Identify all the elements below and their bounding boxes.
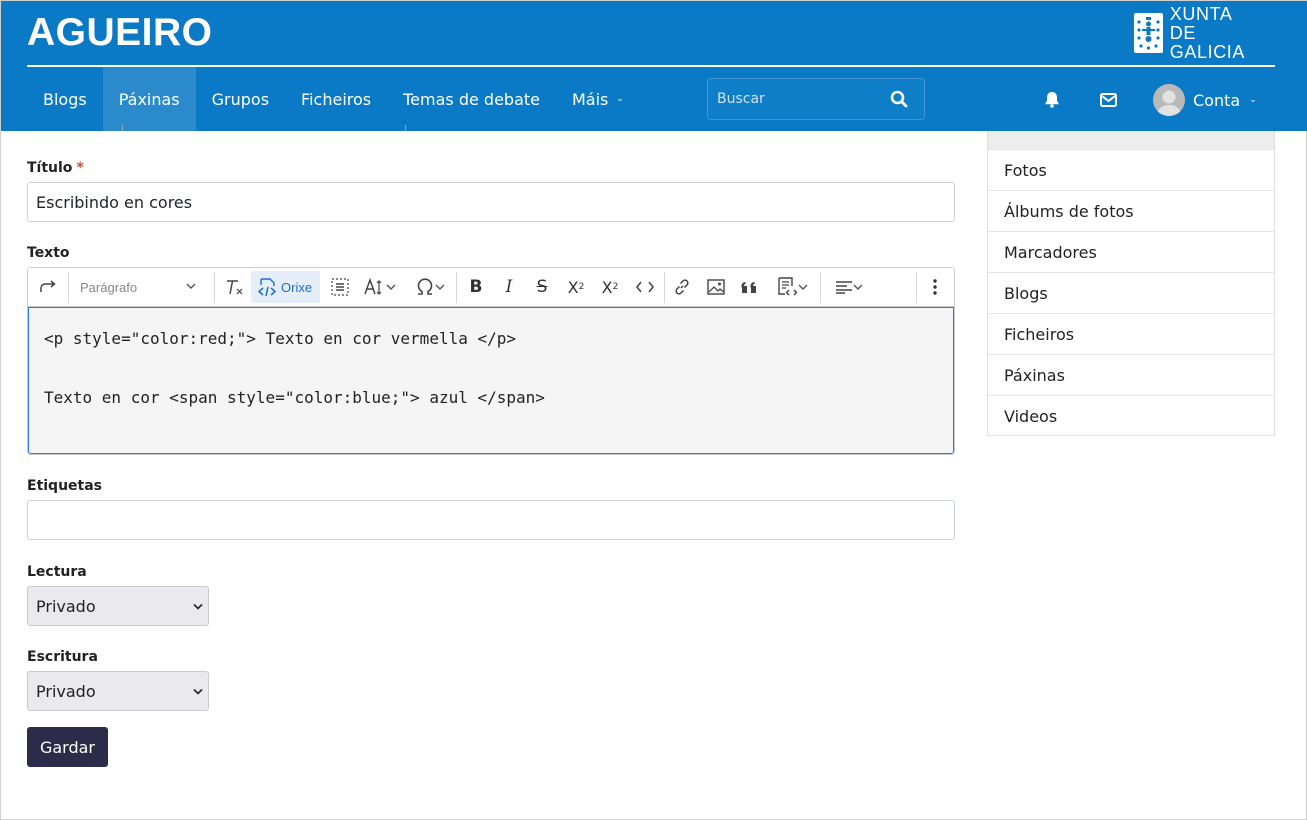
special-characters-dropdown[interactable] (410, 273, 450, 301)
read-access-value: Privado (36, 596, 96, 616)
font-size-dropdown[interactable] (360, 273, 400, 301)
toolbar-separator (68, 272, 69, 303)
chevron-down-icon (798, 284, 808, 290)
sidebar-menu: Fotos Álbums de fotos Marcadores Blogs F… (987, 131, 1275, 436)
select-all-icon[interactable] (327, 273, 353, 301)
search-input[interactable] (708, 91, 878, 107)
blockquote-icon[interactable] (738, 273, 762, 301)
chevron-down-icon (186, 283, 196, 289)
bell-icon[interactable] (1044, 91, 1060, 112)
nav-item-pages[interactable]: Páxinas (102, 67, 196, 131)
site-title[interactable]: AGUEIRO (27, 11, 213, 55)
chevron-down-icon (386, 284, 396, 290)
toolbar-separator (820, 272, 821, 303)
write-access-select[interactable]: Privado (27, 671, 209, 711)
source-editing-button[interactable]: Orixe (251, 271, 320, 303)
search-icon[interactable] (890, 90, 908, 108)
tags-input[interactable] (27, 500, 955, 540)
chevron-down-icon (435, 284, 445, 290)
align-icon (836, 281, 852, 294)
account-label: Conta (1193, 90, 1241, 110)
strikethrough-icon[interactable]: S (530, 273, 554, 301)
image-icon[interactable] (704, 273, 728, 301)
nav-item-label: Temas de debate (403, 89, 540, 109)
write-access-label: Escritura (27, 649, 98, 665)
toolbar-separator (916, 272, 917, 303)
site-header: AGUEIRO XUNTA DE GALICIA Blogs Páxinas G… (1, 1, 1307, 131)
source-code-textarea[interactable]: <p style="color:red;"> Texto en cor verm… (28, 307, 954, 454)
source-line: Texto en cor <span style="color:blue;"> … (44, 388, 545, 407)
special-characters-icon (417, 278, 433, 295)
superscript-icon[interactable]: X2 (597, 273, 623, 301)
sidebar-item-videos[interactable]: Videos (988, 395, 1274, 436)
nav-item-blogs[interactable]: Blogs (27, 67, 103, 131)
link-icon[interactable] (670, 273, 694, 301)
save-button[interactable]: Gardar (27, 727, 108, 767)
subscript-icon[interactable]: X2 (563, 273, 589, 301)
remove-format-icon[interactable] (221, 273, 247, 301)
chevron-down-icon (193, 688, 203, 695)
required-mark: * (76, 160, 84, 176)
font-size-icon (364, 278, 382, 295)
editor-toolbar: Parágrafo Orixe B I S X2 X2 (28, 268, 954, 307)
alignment-dropdown[interactable] (828, 273, 870, 301)
title-label: Título * (27, 160, 84, 176)
sidebar-item-files[interactable]: Ficheiros (988, 313, 1274, 354)
nav-item-label: Grupos (211, 89, 270, 109)
sidebar-item-photo-albums[interactable]: Álbums de fotos (988, 190, 1274, 231)
xunta-text: XUNTA DE GALICIA (1169, 3, 1276, 62)
html-embed-dropdown[interactable] (771, 273, 813, 301)
sidebar-header (988, 131, 1274, 149)
redo-icon[interactable] (36, 273, 60, 301)
xunta-emblem-icon (1134, 13, 1163, 53)
clipped-fragment (405, 125, 406, 131)
chevron-down-icon (853, 284, 863, 290)
html-embed-icon (778, 277, 798, 296)
nav-item-label: Páxinas (118, 89, 180, 109)
account-menu[interactable]: Conta ⌄ (1153, 83, 1257, 117)
rich-text-editor: Parágrafo Orixe B I S X2 X2 <p style="co… (27, 267, 955, 455)
search-box (707, 78, 925, 120)
title-input[interactable] (27, 182, 955, 222)
toolbar-separator (456, 272, 457, 303)
nav-item-files[interactable]: Ficheiros (285, 67, 387, 131)
chevron-down-icon (193, 603, 203, 610)
source-label: Orixe (281, 279, 313, 295)
more-icon[interactable] (923, 273, 947, 301)
title-label-text: Título (27, 160, 73, 176)
nav-item-discussions[interactable]: Temas de debate (387, 67, 556, 131)
nav-item-more[interactable]: Máis ⌄ (556, 67, 640, 131)
bold-icon[interactable]: B (464, 273, 488, 301)
heading-dropdown[interactable]: Parágrafo (71, 273, 206, 301)
sidebar-item-photos[interactable]: Fotos (988, 149, 1274, 190)
tags-label: Etiquetas (27, 478, 103, 494)
avatar (1153, 84, 1185, 116)
main-nav: Blogs Páxinas Grupos Ficheiros Temas de … (27, 67, 640, 131)
envelope-icon[interactable] (1100, 92, 1117, 111)
sidebar-item-blogs[interactable]: Blogs (988, 272, 1274, 313)
nav-item-label: Ficheiros (301, 89, 372, 109)
sidebar-item-bookmarks[interactable]: Marcadores (988, 231, 1274, 272)
heading-value: Parágrafo (80, 279, 138, 295)
xunta-logo[interactable]: XUNTA DE GALICIA (1134, 4, 1276, 61)
sidebar-item-pages[interactable]: Páxinas (988, 354, 1274, 395)
source-editing-icon (257, 278, 277, 297)
source-line: <p style="color:red;"> Texto en cor verm… (44, 329, 517, 348)
read-access-select[interactable]: Privado (27, 586, 209, 626)
nav-item-groups[interactable]: Grupos (196, 67, 285, 131)
chevron-down-icon: ⌄ (1249, 95, 1257, 105)
nav-item-label: Blogs (43, 89, 87, 109)
xunta-line2: DE GALICIA (1169, 22, 1246, 62)
read-access-label: Lectura (27, 564, 87, 580)
code-icon[interactable] (632, 273, 658, 301)
clipped-fragment (122, 125, 123, 131)
italic-icon[interactable]: I (497, 273, 521, 301)
chevron-down-icon: ⌄ (616, 94, 624, 104)
nav-item-label: Máis (571, 89, 609, 109)
toolbar-separator (664, 272, 665, 303)
text-label: Texto (27, 245, 70, 261)
xunta-line1: XUNTA (1169, 3, 1233, 24)
write-access-value: Privado (36, 681, 96, 701)
toolbar-separator (214, 272, 215, 303)
